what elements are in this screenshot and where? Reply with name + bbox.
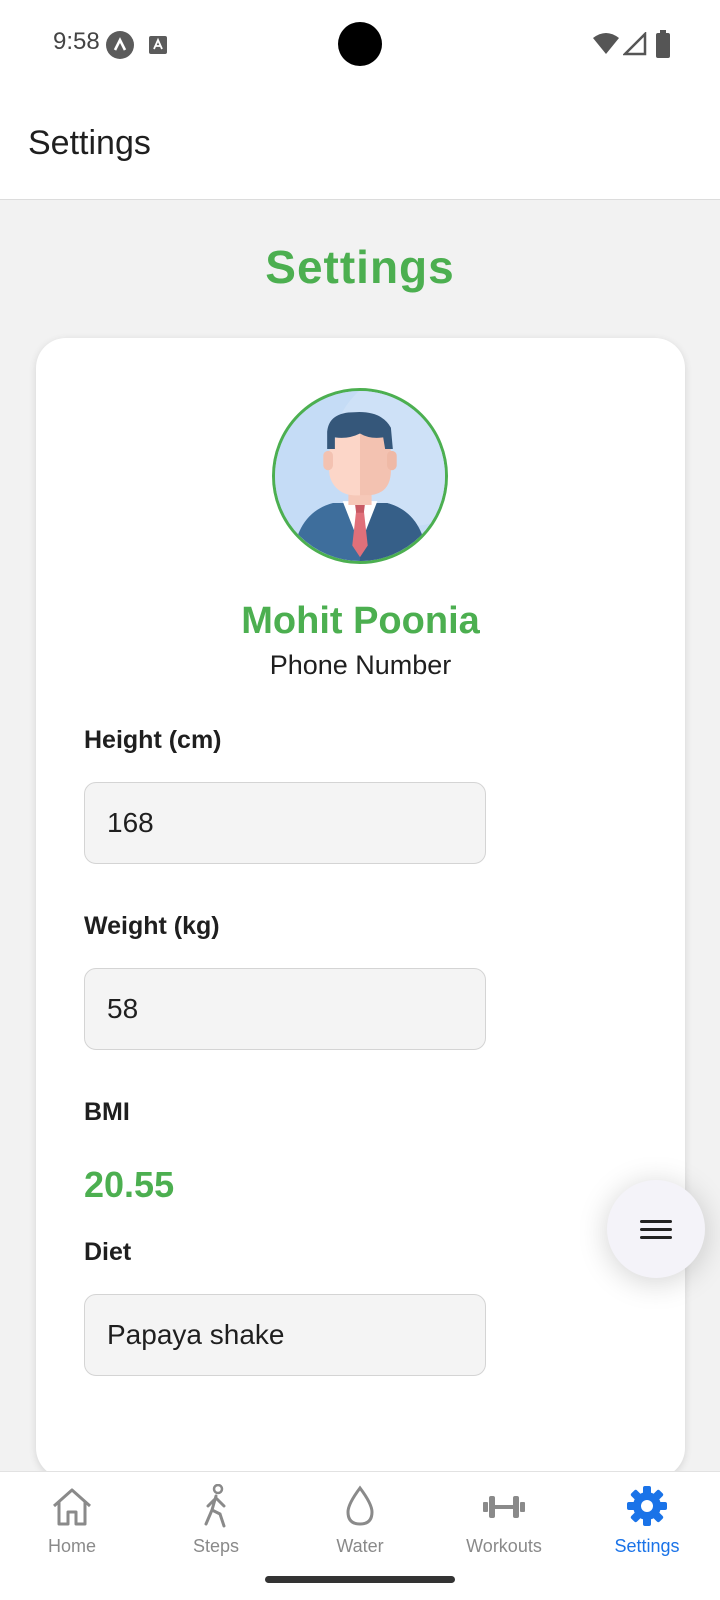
status-bar: 9:58 bbox=[0, 0, 720, 88]
home-icon bbox=[53, 1488, 91, 1526]
height-label: Height (cm) bbox=[84, 726, 222, 754]
hamburger-menu-icon bbox=[640, 1215, 672, 1244]
nav-item-home[interactable]: Home bbox=[7, 1484, 137, 1574]
gear-icon bbox=[627, 1486, 667, 1526]
weight-input[interactable] bbox=[84, 968, 486, 1050]
battery-icon bbox=[655, 30, 671, 58]
cell-signal-icon bbox=[621, 30, 647, 56]
menu-fab-button[interactable] bbox=[607, 1180, 705, 1278]
app-notification-icon bbox=[106, 31, 134, 59]
bmi-value: 20.55 bbox=[84, 1164, 175, 1205]
diet-input[interactable] bbox=[84, 1294, 486, 1376]
height-input[interactable] bbox=[84, 782, 486, 864]
person-avatar-icon bbox=[275, 391, 445, 561]
nav-label-steps: Steps bbox=[192, 1536, 240, 1556]
nav-item-steps[interactable]: Steps bbox=[151, 1484, 281, 1574]
water-drop-icon bbox=[346, 1485, 374, 1526]
app-bar-title: Settings bbox=[28, 124, 151, 162]
nav-label-water: Water bbox=[336, 1536, 384, 1556]
nav-item-settings[interactable]: Settings bbox=[582, 1484, 712, 1574]
weight-label: Weight (kg) bbox=[84, 912, 220, 940]
profile-card: Mohit Poonia Phone Number Height (cm) We… bbox=[36, 338, 685, 1478]
status-time: 9:58 bbox=[53, 28, 100, 55]
nav-label-settings: Settings bbox=[614, 1536, 680, 1556]
keyboard-notification-icon bbox=[148, 35, 168, 55]
nav-item-water[interactable]: Water bbox=[295, 1484, 425, 1574]
diet-label: Diet bbox=[84, 1238, 132, 1266]
wifi-icon bbox=[592, 32, 620, 56]
dumbbell-icon bbox=[483, 1496, 525, 1518]
nav-label-workouts: Workouts bbox=[466, 1536, 542, 1556]
home-gesture-bar[interactable] bbox=[265, 1576, 455, 1583]
walking-icon bbox=[204, 1484, 226, 1528]
bmi-label: BMI bbox=[84, 1098, 130, 1126]
avatar[interactable] bbox=[272, 388, 448, 564]
camera-cutout bbox=[338, 22, 382, 66]
phone-number-label: Phone Number bbox=[269, 650, 452, 680]
page-title: Settings bbox=[265, 241, 455, 293]
nav-label-home: Home bbox=[47, 1536, 96, 1556]
nav-item-workouts[interactable]: Workouts bbox=[439, 1484, 569, 1574]
app-bar: Settings bbox=[0, 88, 720, 200]
user-name: Mohit Poonia bbox=[241, 600, 480, 642]
